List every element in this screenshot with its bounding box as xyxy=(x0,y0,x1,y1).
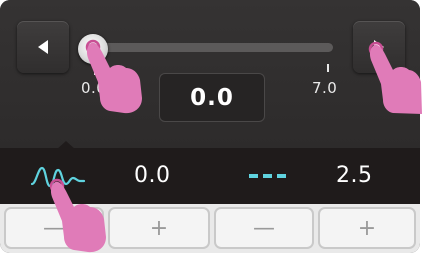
previous-button[interactable] xyxy=(17,21,69,73)
increase-button-2[interactable]: + xyxy=(318,207,416,249)
slider-area: 0.0 7.0 0.0 xyxy=(0,0,420,148)
wave-value: 0.0 xyxy=(134,163,171,188)
increase-button-1[interactable]: + xyxy=(108,207,210,249)
decrease-button-2[interactable]: — xyxy=(214,207,314,249)
dashed-line-icon xyxy=(249,174,289,178)
touch-hand-icon xyxy=(49,178,106,253)
slider-max-label: 7.0 xyxy=(312,79,338,97)
dashed-line-value: 2.5 xyxy=(336,163,373,188)
slider-value-display: 0.0 xyxy=(159,73,265,122)
triangle-left-icon xyxy=(38,40,48,54)
touch-hand-icon xyxy=(368,41,422,114)
touch-hand-icon xyxy=(85,39,142,114)
slider-max-tick xyxy=(327,64,329,72)
